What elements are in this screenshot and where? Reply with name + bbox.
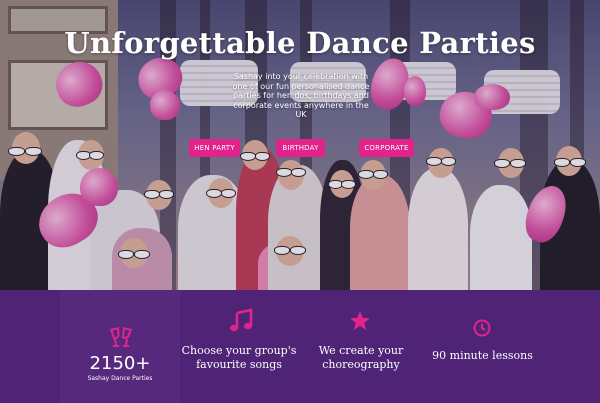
music-note-icon bbox=[228, 308, 254, 334]
hen-party-button[interactable]: HEN PARTY bbox=[189, 139, 240, 157]
stat-number: 2150+ bbox=[89, 353, 151, 374]
features-band: 2150+ Sashay Dance Parties Choose your g… bbox=[0, 290, 600, 403]
corporate-button[interactable]: CORPORATE bbox=[359, 139, 414, 157]
stat-label: Sashay Dance Parties bbox=[87, 375, 153, 382]
feature-text-choreography: We create your choreography bbox=[318, 344, 404, 371]
hero-banner: Unforgettable Dance Parties Sashay into … bbox=[0, 0, 600, 290]
cheers-glasses-icon bbox=[109, 326, 133, 348]
hero-title: Unforgettable Dance Parties bbox=[64, 26, 536, 60]
feature-text-songs: Choose your group's favourite songs bbox=[181, 344, 297, 371]
hero-subtitle: Sashay into your celebration with one of… bbox=[232, 72, 370, 119]
feature-text-lessons: 90 minute lessons bbox=[432, 349, 533, 362]
birthday-button[interactable]: BIRTHDAY bbox=[276, 139, 325, 157]
star-icon bbox=[349, 310, 371, 332]
clock-icon bbox=[473, 319, 491, 337]
